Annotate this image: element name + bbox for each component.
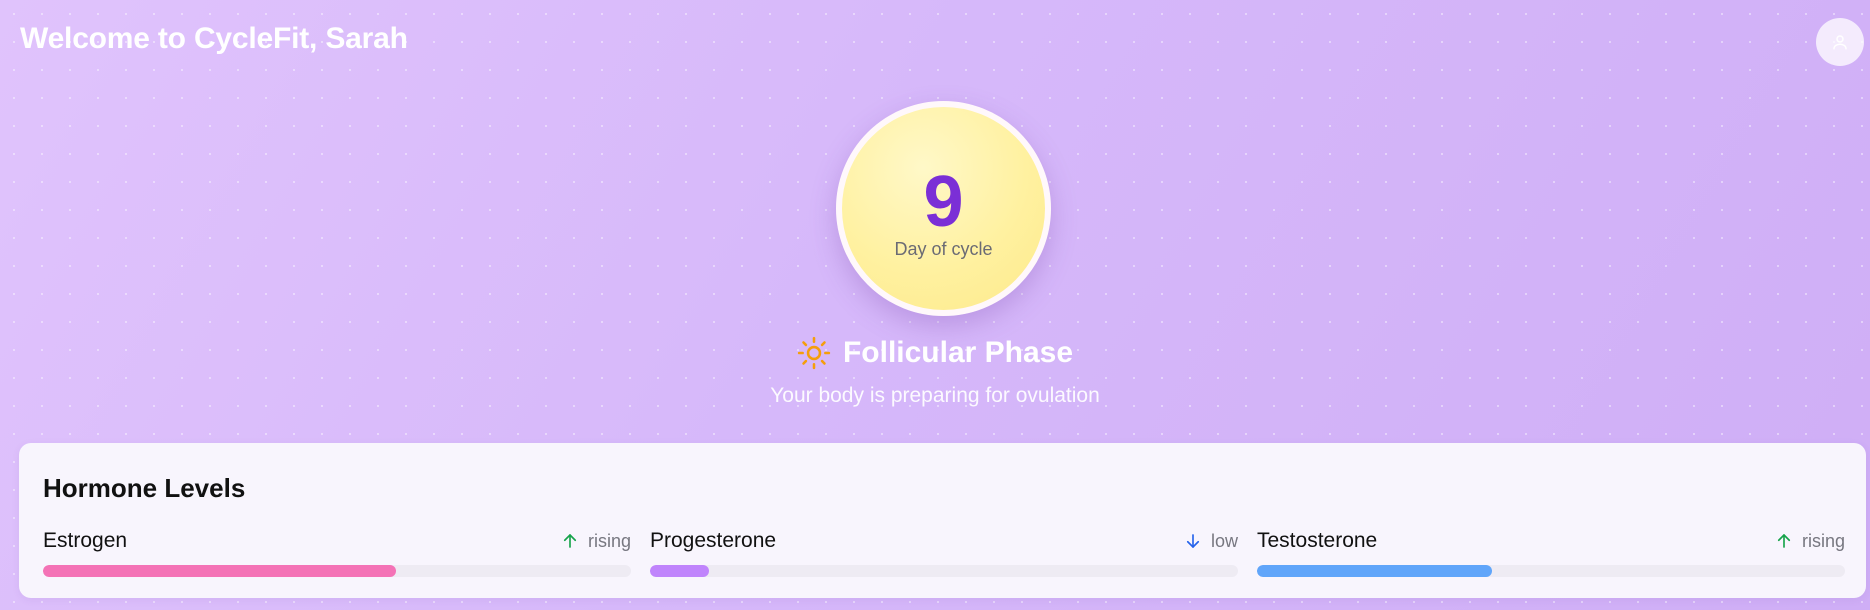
hormone-trend-label: rising [1801,530,1845,551]
hormone-item-progesterone: Progesterone low [650,529,1238,577]
hormone-item-testosterone: Testosterone rising [1257,529,1845,577]
hormone-name: Testosterone [1257,529,1378,552]
hormone-levels-card: Hormone Levels Estrogen rising Progester… [19,443,1866,598]
hormone-level-fill [43,565,396,577]
phase-heading: Follicular Phase [0,336,1870,370]
user-icon [1833,35,1847,50]
hormone-level-fill [1257,565,1493,577]
hormone-level-bar [650,565,1238,577]
hormone-name: Progesterone [650,529,777,552]
hormone-trend: rising [1775,531,1845,552]
phase-name: Follicular Phase [842,336,1074,369]
hormone-trend-label: rising [587,530,631,551]
arrow-down-icon [1186,534,1200,548]
cycle-day-indicator: 9 Day of cycle [836,101,1051,316]
arrow-up-icon [1777,534,1791,548]
hormone-name: Estrogen [43,529,128,552]
welcome-title: Welcome to CycleFit, Sarah [20,22,408,55]
profile-avatar-button[interactable] [1816,18,1864,66]
hormone-level-bar [1257,565,1845,577]
hormone-trend: rising [561,531,631,552]
hormone-level-fill [650,565,709,577]
cycle-day-label: Day of cycle [894,239,993,259]
sun-icon [797,336,831,370]
hormone-trend-label: low [1210,530,1238,551]
arrow-up-icon [563,534,577,548]
hormone-trend: low [1184,531,1238,552]
hormone-level-bar [43,565,631,577]
phase-description: Your body is preparing for ovulation [770,384,1100,407]
cycle-day-number: 9 [923,162,964,242]
hormone-levels-title: Hormone Levels [43,473,246,503]
hormone-item-estrogen: Estrogen rising [43,529,631,577]
